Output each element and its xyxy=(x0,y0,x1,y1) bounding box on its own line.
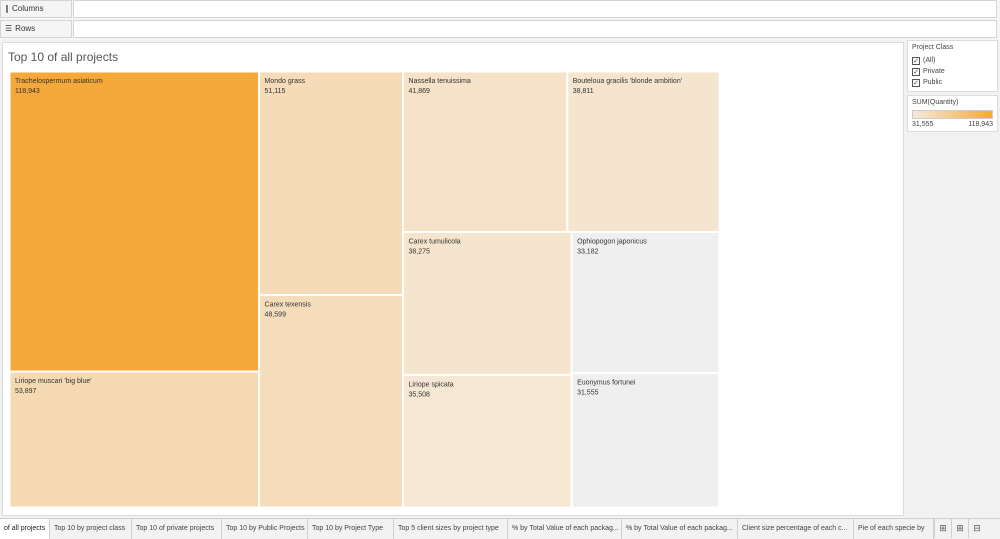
checkbox-icon[interactable]: ✓ xyxy=(912,56,920,65)
treemap-cell[interactable]: Liriope muscari 'big blue' 53,897 xyxy=(9,371,260,508)
sheet-tab[interactable]: Top 10 of private projects xyxy=(132,519,222,539)
cell-value-label: 118,943 xyxy=(15,88,40,95)
sheet-tab[interactable]: Top 10 by project class xyxy=(50,519,132,539)
rows-shelf-label: ☰ Rows xyxy=(0,20,72,38)
treemap-cell[interactable]: Mondo grass 51,115 xyxy=(259,71,404,296)
cell-name-label: Bouteloua gracilis 'blonde ambition' xyxy=(573,78,682,85)
treemap-cell[interactable]: Liriope spicata 35,508 xyxy=(403,374,572,508)
filter-option-label: Private xyxy=(923,68,945,75)
color-ramp xyxy=(912,110,993,119)
sheet-tab[interactable]: Top 10 by Project Type xyxy=(308,519,394,539)
side-panel: Project Class ✓ (All) ✓ Private ✓ Public SUM(… xyxy=(907,40,998,135)
treemap-rect[interactable] xyxy=(259,71,404,296)
cell-name-label: Liriope spicata xyxy=(409,381,454,388)
treemap-cell[interactable]: Trachelospermum asiaticum 118,943 xyxy=(9,71,260,372)
sheet-tab[interactable]: % by Total Value of each packag... xyxy=(508,519,622,539)
columns-drop-zone[interactable] xyxy=(73,0,997,18)
cell-name-label: Carex tumulicola xyxy=(409,238,461,245)
cell-value-label: 35,508 xyxy=(409,391,431,398)
cell-value-label: 31,555 xyxy=(577,390,599,397)
treemap-rect[interactable] xyxy=(567,71,720,232)
sheet-tab[interactable]: % by Total Value of each packag... xyxy=(622,519,738,539)
cell-name-label: Nassella tenuissima xyxy=(409,78,471,85)
sheet-tab[interactable]: Top 10 by Public Projects xyxy=(222,519,308,539)
filter-option[interactable]: ✓ Private xyxy=(912,66,993,77)
treemap-chart: Trachelospermum asiaticum 118,943 Liriope … xyxy=(9,71,720,508)
checkbox-icon[interactable]: ✓ xyxy=(912,78,920,87)
cell-value-label: 53,897 xyxy=(15,388,37,395)
legend-min-label: 31,555 xyxy=(912,121,934,128)
worksheet-view: Top 10 of all projects Trachelospermum a… xyxy=(2,42,904,516)
columns-shelf-label: ∥ Columns xyxy=(0,0,72,18)
treemap-cell[interactable]: Carex tumulicola 38,275 xyxy=(403,231,572,375)
columns-icon: ∥ xyxy=(5,4,9,13)
rows-drop-zone[interactable] xyxy=(73,20,997,38)
treemap-rect[interactable] xyxy=(259,295,404,508)
treemap-cell[interactable]: Ophiopogon japonicus 33,182 xyxy=(571,231,720,374)
cell-name-label: Ophiopogon japonicus xyxy=(577,238,647,245)
rows-shelf: ☰ Rows xyxy=(0,20,1000,40)
treemap-rect[interactable] xyxy=(9,371,260,508)
new-dashboard-icon[interactable]: ⊞ xyxy=(934,519,951,538)
sheet-tab[interactable]: of all projects xyxy=(0,519,50,539)
sheet-tabs: of all projects Top 10 by project class To… xyxy=(0,518,1000,539)
filter-title: Project Class xyxy=(912,44,954,51)
treemap-rect[interactable] xyxy=(403,71,568,232)
color-legend-card: SUM(Quantity) 31,555 118,943 xyxy=(907,95,998,132)
cell-value-label: 41,869 xyxy=(409,88,431,95)
sheet-tab[interactable]: Pie of each specie by xyxy=(854,519,934,539)
filter-option[interactable]: ✓ Public xyxy=(912,77,993,88)
treemap-cell[interactable]: Nassella tenuissima 41,869 xyxy=(403,71,568,232)
sheet-tab[interactable]: Top 5 client sizes by project type xyxy=(394,519,508,539)
cell-value-label: 38,275 xyxy=(409,248,431,255)
rows-icon: ☰ xyxy=(5,24,13,33)
cell-name-label: Carex texensis xyxy=(265,302,312,309)
cell-name-label: Liriope muscari 'big blue' xyxy=(15,378,92,385)
cell-value-label: 48,599 xyxy=(265,312,287,319)
filter-options: ✓ (All) ✓ Private ✓ Public xyxy=(912,55,993,88)
new-story-icon[interactable]: ⊟ xyxy=(968,519,985,538)
cell-value-label: 33,182 xyxy=(577,248,599,255)
treemap-rect[interactable] xyxy=(9,71,260,372)
columns-shelf: ∥ Columns xyxy=(0,0,1000,20)
legend-max-label: 118,943 xyxy=(968,121,993,128)
cell-name-label: Euonymus fortunei xyxy=(577,380,636,387)
filter-option-label: (All) xyxy=(923,57,936,64)
cell-value-label: 51,115 xyxy=(265,88,286,95)
treemap-cell[interactable]: Euonymus fortunei 31,555 xyxy=(571,373,720,508)
cell-value-label: 38,811 xyxy=(573,88,594,95)
cell-name-label: Mondo grass xyxy=(265,78,306,85)
cell-name-label: Trachelospermum asiaticum xyxy=(15,78,103,85)
treemap-cell[interactable]: Bouteloua gracilis 'blonde ambition' 38,8… xyxy=(567,71,720,232)
legend-title: SUM(Quantity) xyxy=(912,99,959,106)
filter-option[interactable]: ✓ (All) xyxy=(912,55,993,66)
sheet-tab[interactable]: Client size percentage of each c... xyxy=(738,519,854,539)
new-worksheet-icon[interactable]: ⊞ xyxy=(951,519,968,538)
treemap-cell[interactable]: Carex texensis 48,599 xyxy=(259,295,404,508)
filter-option-label: Public xyxy=(923,79,943,86)
filter-card: Project Class ✓ (All) ✓ Private ✓ Public xyxy=(907,40,998,92)
checkbox-icon[interactable]: ✓ xyxy=(912,67,920,76)
